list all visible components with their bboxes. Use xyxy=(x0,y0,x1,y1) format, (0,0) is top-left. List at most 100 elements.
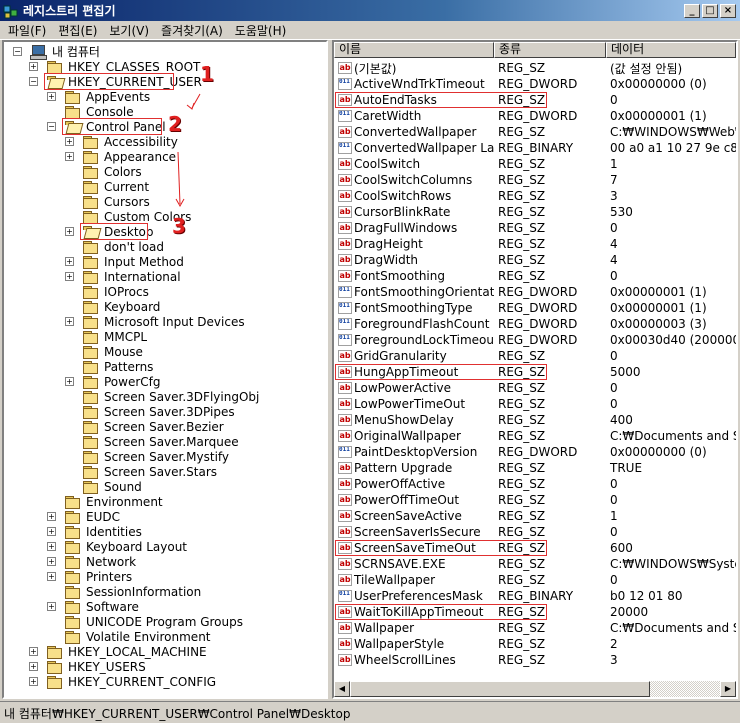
tree-item-patterns[interactable]: Patterns xyxy=(82,359,155,374)
collapse-icon[interactable]: − xyxy=(47,122,56,131)
list-row[interactable]: 011 110FontSmoothingType REG_DWORD 0x00000… xyxy=(334,300,736,316)
expand-icon[interactable]: + xyxy=(65,377,74,386)
expand-icon[interactable]: + xyxy=(47,557,56,566)
menu-help[interactable]: 도움말(H) xyxy=(229,22,293,39)
list-row[interactable]: 011 110CaretWidth REG_DWORD 0x00000001 (1) xyxy=(334,108,736,124)
tree-item-screen-saver-marquee[interactable]: Screen Saver.Marquee xyxy=(82,434,241,449)
tree-item-hkey-current-config[interactable]: HKEY_CURRENT_CONFIG xyxy=(46,674,218,689)
expand-icon[interactable]: + xyxy=(47,92,56,101)
list-row[interactable]: ab (기본값) REG_SZ (값 설정 안됨) xyxy=(334,60,736,76)
tree-item-powercfg[interactable]: PowerCfg xyxy=(82,374,163,389)
expand-icon[interactable]: + xyxy=(29,677,38,686)
list-row[interactable]: ab OriginalWallpaper REG_SZ C:₩Documents an… xyxy=(334,428,736,444)
tree-item-appearance[interactable]: Appearance xyxy=(82,149,178,164)
list-row[interactable]: 011 110UserPreferencesMask REG_BINARY b0 1… xyxy=(334,588,736,604)
list-row[interactable]: 011 110FontSmoothingOrientation REG_DWORD… xyxy=(334,284,736,300)
tree-item-software[interactable]: Software xyxy=(64,599,141,614)
tree-item-keyboard[interactable]: Keyboard xyxy=(82,299,162,314)
tree-item-appevents[interactable]: AppEvents xyxy=(64,89,152,104)
menu-file[interactable]: 파일(F) xyxy=(2,22,52,39)
tree-item-current[interactable]: Current xyxy=(82,179,151,194)
tree-item-accessibility[interactable]: Accessibility xyxy=(82,134,180,149)
tree-item-international[interactable]: International xyxy=(82,269,183,284)
tree-item-sound[interactable]: Sound xyxy=(82,479,144,494)
tree-item-mouse[interactable]: Mouse xyxy=(82,344,145,359)
list-row[interactable]: ab DragWidth REG_SZ 4 xyxy=(334,252,736,268)
list-row[interactable]: ab CoolSwitchRows REG_SZ 3 xyxy=(334,188,736,204)
expand-icon[interactable]: + xyxy=(65,152,74,161)
tree-item-environment[interactable]: Environment xyxy=(64,494,165,509)
menu-view[interactable]: 보기(V) xyxy=(103,22,155,39)
list-row[interactable]: ab GridGranularity REG_SZ 0 xyxy=(334,348,736,364)
collapse-icon[interactable]: − xyxy=(29,77,38,86)
tree-item-printers[interactable]: Printers xyxy=(64,569,134,584)
scroll-right-button[interactable]: ▶ xyxy=(720,681,736,697)
tree-item-unicode-program-groups[interactable]: UNICODE Program Groups xyxy=(64,614,245,629)
expand-icon[interactable]: + xyxy=(47,542,56,551)
tree-item-ioprocs[interactable]: IOProcs xyxy=(82,284,151,299)
horizontal-scrollbar[interactable]: ◀ ▶ xyxy=(334,681,736,697)
tree-item-don-t-load[interactable]: don't load xyxy=(82,239,166,254)
tree-item-screen-saver-mystify[interactable]: Screen Saver.Mystify xyxy=(82,449,231,464)
tree-root-my-computer[interactable]: 내 컴퓨터 xyxy=(30,44,102,60)
maximize-button[interactable]: □ xyxy=(702,3,718,18)
tree-item-network[interactable]: Network xyxy=(64,554,138,569)
minimize-button[interactable]: _ xyxy=(684,3,700,18)
tree-item-screen-saver-stars[interactable]: Screen Saver.Stars xyxy=(82,464,219,479)
registry-tree[interactable]: 내 컴퓨터 − HKEY_CLASSES_ROOT + HKEY_CURRENT_USE… xyxy=(2,40,328,699)
list-row[interactable]: ab PowerOffActive REG_SZ 0 xyxy=(334,476,736,492)
tree-item-console[interactable]: Console xyxy=(64,104,136,119)
list-row[interactable]: ab MenuShowDelay REG_SZ 400 xyxy=(334,412,736,428)
list-row[interactable]: abSCRNSAVE.EXE REG_SZ C:₩WINDOWS₩System3 xyxy=(334,556,736,572)
list-row[interactable]: ab LowPowerActive REG_SZ 0 xyxy=(334,380,736,396)
tree-item-keyboard-layout[interactable]: Keyboard Layout xyxy=(64,539,189,554)
list-row[interactable]: ab ScreenSaveActive REG_SZ 1 xyxy=(334,508,736,524)
tree-item-volatile-environment[interactable]: Volatile Environment xyxy=(64,629,213,644)
list-row[interactable]: ab ScreenSaverIsSecure REG_SZ 0 xyxy=(334,524,736,540)
list-row[interactable]: ab WallpaperStyle REG_SZ 2 xyxy=(334,636,736,652)
tree-item-hkey-classes-root[interactable]: HKEY_CLASSES_ROOT xyxy=(46,59,202,74)
tree-item-eudc[interactable]: EUDC xyxy=(64,509,122,524)
menu-edit[interactable]: 편집(E) xyxy=(52,22,103,39)
expand-icon[interactable]: + xyxy=(47,527,56,536)
tree-item-colors[interactable]: Colors xyxy=(82,164,144,179)
list-row[interactable]: abWallpaper REG_SZ C:₩Documents and Sett xyxy=(334,620,736,636)
value-list[interactable]: 이름 종류 데이터 ab(기본값)REG_SZ(값 설정 안됨)011 110A… xyxy=(332,40,738,699)
tree-item-mmcpl[interactable]: MMCPL xyxy=(82,329,149,344)
expand-icon[interactable]: + xyxy=(47,572,56,581)
tree-item-identities[interactable]: Identities xyxy=(64,524,144,539)
expand-icon[interactable]: + xyxy=(65,137,74,146)
list-row[interactable]: ab WheelScrollLines REG_SZ 3 xyxy=(334,652,736,668)
tree-item-hkey-local-machine[interactable]: HKEY_LOCAL_MACHINE xyxy=(46,644,209,659)
expand-icon[interactable]: + xyxy=(29,647,38,656)
scroll-track[interactable] xyxy=(350,681,720,697)
list-row[interactable]: 011 110ForegroundLockTimeout REG_DWORD 0x0… xyxy=(334,332,736,348)
expand-icon[interactable]: + xyxy=(29,662,38,671)
list-row[interactable]: ab CoolSwitchColumns REG_SZ 7 xyxy=(334,172,736,188)
tree-item-screen-saver-3dpipes[interactable]: Screen Saver.3DPipes xyxy=(82,404,237,419)
scroll-thumb[interactable] xyxy=(350,681,650,697)
expand-icon[interactable]: + xyxy=(29,62,38,71)
scroll-left-button[interactable]: ◀ xyxy=(334,681,350,697)
expand-icon[interactable]: + xyxy=(65,227,74,236)
title-bar[interactable]: 레지스트리 편집기 _ □ × xyxy=(0,0,740,21)
tree-item-screen-saver-bezier[interactable]: Screen Saver.Bezier xyxy=(82,419,226,434)
list-row[interactable]: ab FontSmoothing REG_SZ 0 xyxy=(334,268,736,284)
expand-icon[interactable]: + xyxy=(65,317,74,326)
list-row[interactable]: ab ConvertedWallpaper REG_SZ C:₩WINDOWS₩Web… xyxy=(334,124,736,140)
list-row[interactable]: ab LowPowerTimeOut REG_SZ 0 xyxy=(334,396,736,412)
list-row[interactable]: 011 110ConvertedWallpaper La... REG_BINAR… xyxy=(334,140,736,156)
list-row[interactable]: ab CursorBlinkRate REG_SZ 530 xyxy=(334,204,736,220)
expand-icon[interactable]: + xyxy=(65,257,74,266)
tree-item-hkey-users[interactable]: HKEY_USERS xyxy=(46,659,148,674)
tree-item-sessioninformation[interactable]: SessionInformation xyxy=(64,584,203,599)
expand-icon[interactable]: + xyxy=(65,272,74,281)
list-row[interactable]: ab Pattern Upgrade REG_SZ TRUE xyxy=(334,460,736,476)
collapse-icon[interactable]: − xyxy=(13,47,22,56)
tree-item-microsoft-input-devices[interactable]: Microsoft Input Devices xyxy=(82,314,247,329)
list-row[interactable]: ab CoolSwitch REG_SZ 1 xyxy=(334,156,736,172)
tree-item-screen-saver-3dflyingobj[interactable]: Screen Saver.3DFlyingObj xyxy=(82,389,261,404)
expand-icon[interactable]: + xyxy=(47,602,56,611)
menu-favorites[interactable]: 즐겨찾기(A) xyxy=(155,22,229,39)
list-row[interactable]: 011 110ForegroundFlashCount REG_DWORD 0x00… xyxy=(334,316,736,332)
